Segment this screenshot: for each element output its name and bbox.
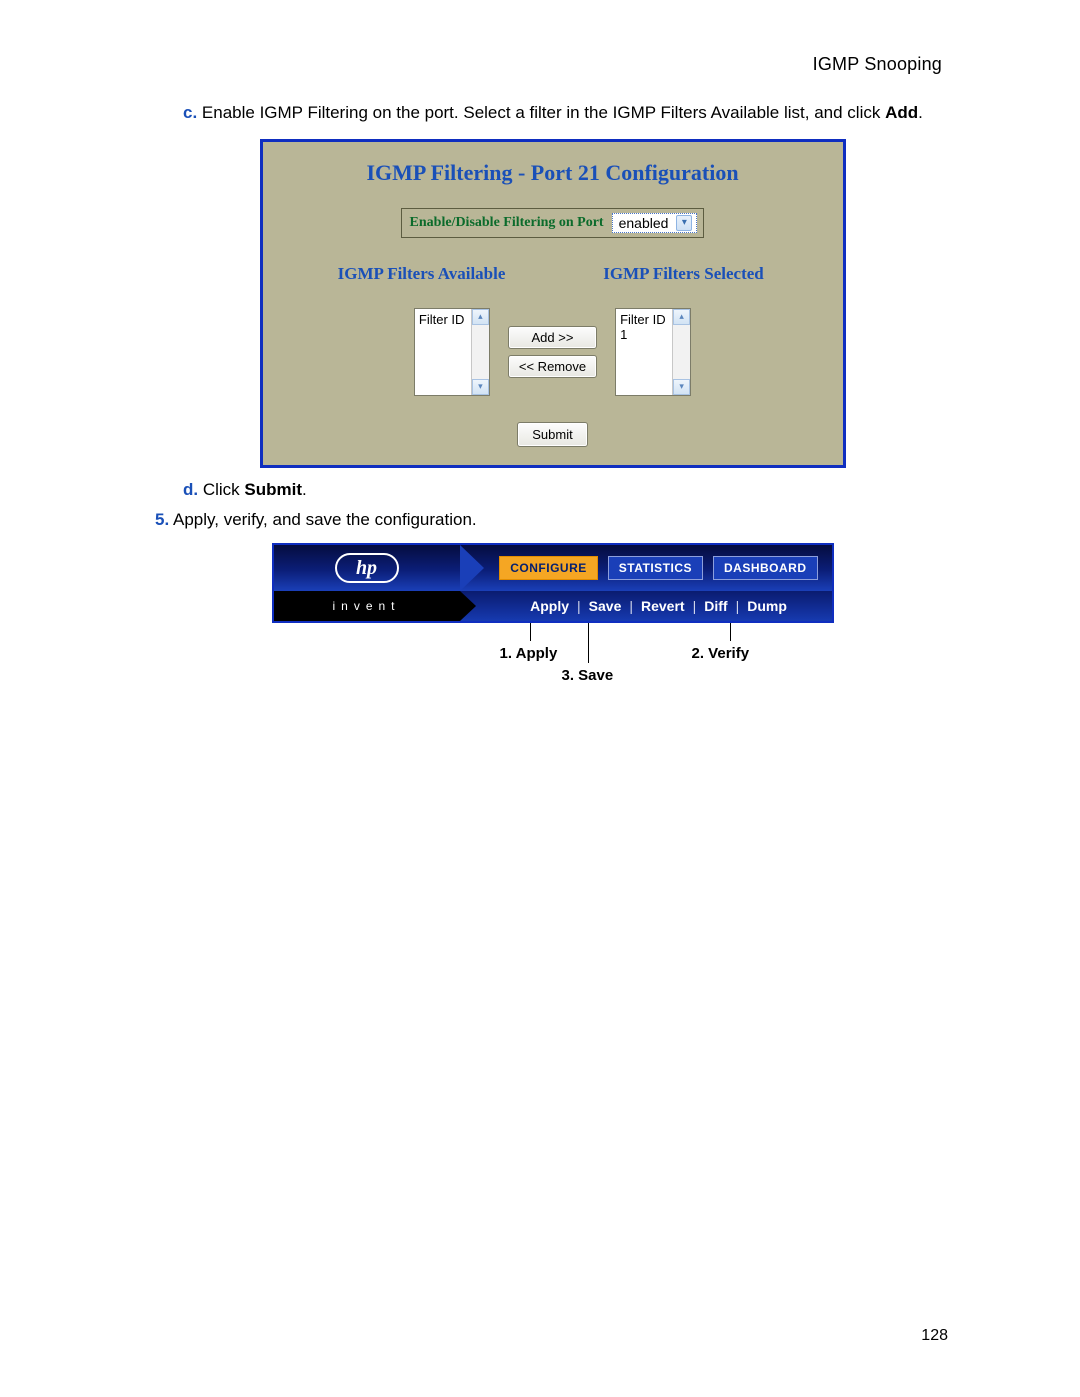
step-5-marker: 5. [155,510,169,529]
panel-title: IGMP Filtering - Port 21 Configuration [263,142,843,208]
enable-filtering-box: Enable/Disable Filtering on Port enabled… [401,208,705,238]
selected-item-0[interactable]: 1 [620,327,668,342]
tick-save [588,623,589,663]
step-d-text: Click [203,480,245,499]
tab-configure[interactable]: CONFIGURE [499,556,598,580]
scroll-up-icon[interactable]: ▴ [673,309,690,325]
action-dump[interactable]: Dump [747,598,787,614]
logo-zone: hp [274,545,460,591]
step-c-marker: c. [183,103,197,122]
invent-label: invent [274,591,460,621]
available-scrollbar[interactable]: ▴ ▾ [471,309,489,395]
available-header: IGMP Filters Available [291,264,553,284]
tab-statistics[interactable]: STATISTICS [608,556,703,580]
action-apply[interactable]: Apply [530,598,569,614]
scroll-up-icon[interactable]: ▴ [472,309,489,325]
chevron-down-icon: ▾ [676,215,692,231]
annotation-apply: 1. Apply [500,645,558,662]
step-d: d. Click Submit. [183,478,950,502]
step-c-after: . [918,103,923,122]
step-c-text: Enable IGMP Filtering on the port. Selec… [202,103,885,122]
available-listbox[interactable]: Filter ID ▴ ▾ [414,308,490,396]
step-c: c. Enable IGMP Filtering on the port. Se… [183,101,950,125]
actions-bar: Apply| Save| Revert| Diff| Dump [460,591,832,621]
available-col: Filter ID [415,309,471,395]
action-save[interactable]: Save [589,598,622,614]
annotation-verify: 2. Verify [692,645,750,662]
action-diff[interactable]: Diff [704,598,727,614]
hp-logo-icon: hp [335,553,399,583]
igmp-filtering-panel: IGMP Filtering - Port 21 Configuration E… [260,139,846,468]
annotation-save: 3. Save [562,667,614,684]
section-title: IGMP Snooping [155,54,950,75]
transfer-row: Filter ID ▴ ▾ Add >> << Remove Filter ID… [263,308,843,396]
enable-filtering-label: Enable/Disable Filtering on Port [402,209,610,237]
step-5: 5. Apply, verify, and save the configura… [155,508,950,532]
step-c-bold: Add [885,103,918,122]
selected-col-label: Filter ID [620,312,668,327]
selected-listbox[interactable]: Filter ID 1 ▴ ▾ [615,308,691,396]
step-5-text: Apply, verify, and save the configuratio… [173,510,477,529]
scroll-down-icon[interactable]: ▾ [673,379,690,395]
tick-verify [730,623,731,641]
remove-button[interactable]: << Remove [508,355,597,378]
annotation-row: 1. Apply 2. Verify 3. Save [272,623,834,685]
scroll-down-icon[interactable]: ▾ [472,379,489,395]
nav-bar-figure: hp CONFIGURE STATISTICS DASHBOARD invent… [272,543,834,685]
step-d-marker: d. [183,480,198,499]
selected-scrollbar[interactable]: ▴ ▾ [672,309,690,395]
enable-filtering-select[interactable]: enabled ▾ [612,213,698,233]
selected-col: Filter ID 1 [616,309,672,395]
enable-filtering-value: enabled [619,215,669,231]
tab-dashboard[interactable]: DASHBOARD [713,556,818,580]
nav-tabs: CONFIGURE STATISTICS DASHBOARD [460,545,832,591]
step-d-after: . [302,480,307,499]
selected-header: IGMP Filters Selected [553,264,815,284]
step-d-bold: Submit [244,480,302,499]
add-button[interactable]: Add >> [508,326,597,349]
submit-button[interactable]: Submit [517,422,587,447]
filter-subheaders: IGMP Filters Available IGMP Filters Sele… [263,264,843,284]
tick-apply [530,623,531,641]
action-revert[interactable]: Revert [641,598,685,614]
available-col-label: Filter ID [419,312,467,327]
page-number: 128 [921,1327,948,1345]
